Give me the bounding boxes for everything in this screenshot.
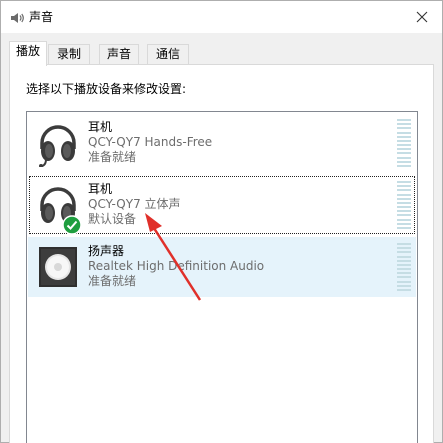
playback-panel: 选择以下播放设备来修改设置: 耳机 QCY-QY7 Hands-Free 准备就… bbox=[9, 64, 434, 443]
device-item-speakers[interactable]: 扬声器 Realtek High Definition Audio 准备就绪 bbox=[28, 237, 416, 297]
device-list[interactable]: 耳机 QCY-QY7 Hands-Free 准备就绪 耳机 QCY-QY7 立体… bbox=[26, 111, 418, 443]
device-description: Realtek High Definition Audio bbox=[88, 259, 265, 273]
close-button[interactable] bbox=[402, 1, 442, 33]
device-description: QCY-QY7 立体声 bbox=[88, 197, 181, 211]
device-status: 默认设备 bbox=[88, 212, 137, 226]
instruction-text: 选择以下播放设备来修改设置: bbox=[26, 82, 187, 96]
device-description: QCY-QY7 Hands-Free bbox=[88, 135, 213, 149]
tab-communications[interactable]: 通信 bbox=[147, 44, 189, 65]
device-status: 准备就绪 bbox=[88, 150, 137, 164]
speaker-icon bbox=[11, 13, 24, 23]
sound-dialog: 声音 播放 录制 声音 通信 选择以下播放设备来修改设置: 耳机 QCY-QY7… bbox=[0, 0, 443, 443]
speaker-icon bbox=[39, 247, 77, 287]
device-name: 耳机 bbox=[88, 120, 113, 134]
device-item-headset-handsfree[interactable]: 耳机 QCY-QY7 Hands-Free 准备就绪 bbox=[28, 113, 416, 173]
volume-level-meter bbox=[397, 119, 411, 167]
device-name: 耳机 bbox=[88, 182, 113, 196]
volume-level-meter bbox=[397, 181, 411, 229]
headset-mic-icon bbox=[39, 125, 76, 167]
device-item-headphones-stereo[interactable]: 耳机 QCY-QY7 立体声 默认设备 bbox=[28, 175, 416, 235]
window-title: 声音 bbox=[29, 10, 54, 24]
close-icon bbox=[416, 11, 428, 23]
tab-playback[interactable]: 播放 bbox=[9, 41, 47, 66]
device-name: 扬声器 bbox=[88, 244, 125, 258]
default-check-icon bbox=[62, 215, 82, 235]
tab-sounds[interactable]: 声音 bbox=[99, 44, 139, 65]
title-bar: 声音 bbox=[1, 1, 442, 33]
tab-recording[interactable]: 录制 bbox=[48, 44, 90, 65]
tab-bar: 播放 录制 声音 通信 bbox=[9, 41, 434, 66]
device-status: 准备就绪 bbox=[88, 274, 137, 288]
volume-level-meter bbox=[397, 243, 411, 291]
